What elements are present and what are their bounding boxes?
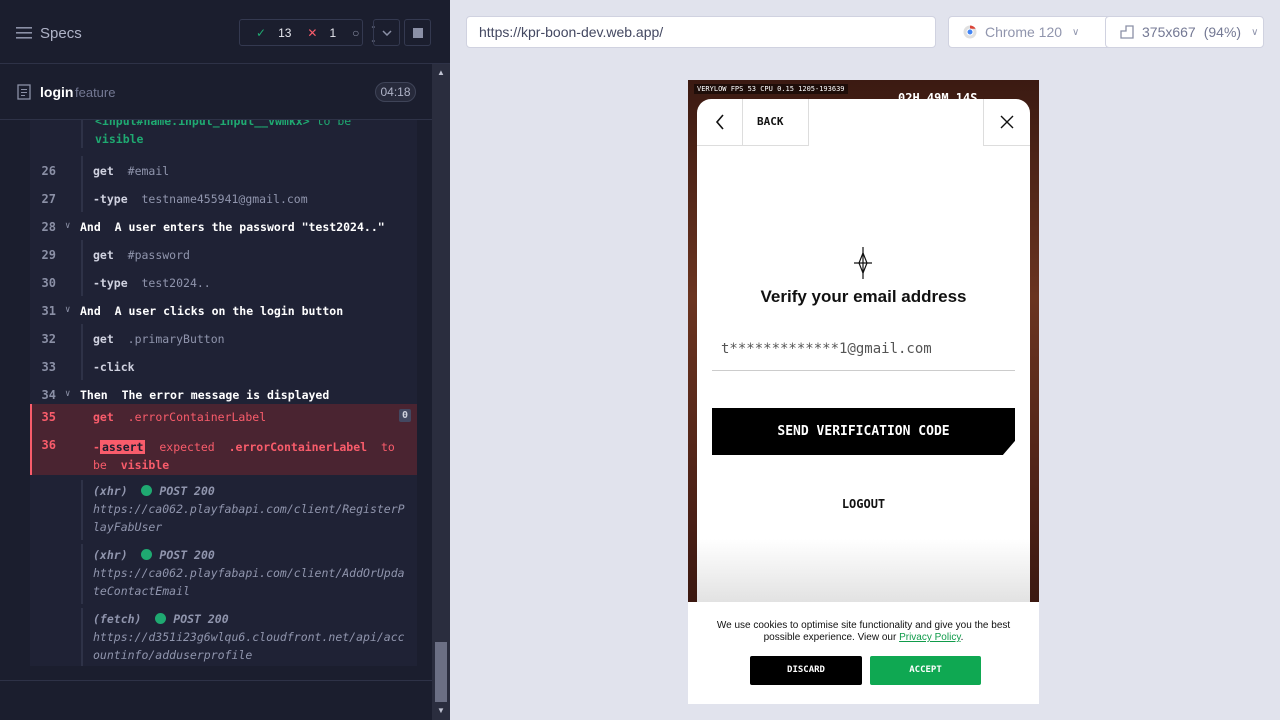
- request-row-3[interactable]: (fetch) POST 200 https://d351i23g6wlqu6.…: [30, 608, 417, 666]
- scroll-down-icon[interactable]: ▼: [436, 706, 446, 716]
- viewport-size: 375x667: [1142, 24, 1196, 40]
- scrollbar-thumb[interactable]: [435, 642, 447, 702]
- log-row-31[interactable]: 31 ∨ And A user clicks on the login butt…: [30, 296, 417, 324]
- request-row-1[interactable]: (xhr) POST 200 https://ca062.playfabapi.…: [30, 480, 417, 540]
- crosshair-cursor-icon: [854, 247, 872, 279]
- log-row-32[interactable]: 32 get .primaryButton: [30, 324, 417, 352]
- log-row-30[interactable]: 30 -type test2024..: [30, 268, 417, 296]
- scroll-up-icon[interactable]: ▲: [436, 68, 446, 78]
- back-button[interactable]: BACK: [697, 99, 809, 146]
- perf-overlay: VERYLOW FPS 53 CPU 0.15 1205-193639: [694, 84, 848, 94]
- failed-command-block[interactable]: 35 get .errorContainerLabel 0 36 - assert…: [30, 404, 417, 475]
- log-scrollbar[interactable]: [432, 64, 450, 720]
- pending-count: ○ --: [352, 18, 376, 47]
- close-button[interactable]: [983, 99, 1030, 146]
- viewport-zoom: (94%): [1203, 24, 1242, 40]
- log-row-partial[interactable]: <input#name.input_input__vwmkx> to be vis…: [30, 120, 417, 148]
- ruler-icon: [1120, 25, 1134, 39]
- spec-duration: 04:18: [375, 82, 416, 102]
- chevron-down-icon: ∨: [1072, 26, 1080, 38]
- back-label: BACK: [757, 115, 784, 128]
- browser-selector[interactable]: Chrome 120 ∨: [948, 16, 1120, 48]
- send-verification-button[interactable]: SEND VERIFICATION CODE: [712, 408, 1015, 455]
- failed-count: ✕ 1: [307, 25, 337, 40]
- element-count-badge: 0: [399, 409, 411, 422]
- command-log: <input#name.input_input__vwmkx> to be vis…: [30, 120, 417, 666]
- back-arrow-icon: [697, 99, 743, 145]
- discard-button[interactable]: DISCARD: [750, 656, 862, 685]
- stop-button[interactable]: [404, 19, 431, 46]
- spec-header: login feature 04:18: [0, 64, 432, 120]
- menu-icon: [16, 27, 32, 39]
- cookie-banner: We use cookies to optimise site function…: [688, 602, 1039, 704]
- collapse-all-button[interactable]: [373, 19, 400, 46]
- chevron-down-icon[interactable]: ∨: [65, 221, 75, 231]
- chevron-down-icon: [381, 29, 392, 36]
- status-dot-icon: [155, 613, 167, 624]
- close-icon: [1000, 115, 1014, 129]
- url-bar[interactable]: https://kpr-boon-dev.web.app/: [466, 16, 936, 48]
- browser-label: Chrome 120: [985, 24, 1063, 40]
- email-field[interactable]: t*************1@gmail.com: [712, 330, 1015, 371]
- specs-label: Specs: [40, 24, 82, 42]
- chevron-down-icon[interactable]: ∨: [65, 389, 75, 399]
- stop-icon: [412, 27, 423, 38]
- log-row-27[interactable]: 27 -type testname455941@gmail.com: [30, 184, 417, 212]
- chrome-icon: [963, 25, 977, 39]
- command-log-panel: Specs ✓ 13 ✕ 1 ○ -- login feature 04:18 <in…: [0, 0, 450, 720]
- chevron-down-icon[interactable]: ∨: [65, 305, 75, 315]
- check-icon: ✓: [256, 25, 267, 40]
- accept-button[interactable]: ACCEPT: [870, 656, 981, 685]
- x-icon: ✕: [307, 25, 318, 40]
- viewport-selector[interactable]: 375x667 (94%) ∨: [1105, 16, 1264, 48]
- log-footer: [0, 680, 432, 720]
- log-row-26[interactable]: 26 get #email: [30, 156, 417, 184]
- logout-button[interactable]: LOGOUT: [697, 497, 1030, 511]
- log-row-28[interactable]: 28 ∨ And A user enters the password "tes…: [30, 212, 417, 240]
- document-icon: [17, 84, 31, 100]
- log-row-29[interactable]: 29 get #password: [30, 240, 417, 268]
- status-dot-icon: [141, 485, 153, 496]
- runner-topbar: Specs ✓ 13 ✕ 1 ○ --: [0, 0, 450, 64]
- cookie-text: We use cookies to optimise site function…: [716, 620, 1011, 643]
- app-viewport: VERYLOW FPS 53 CPU 0.15 1205-193639 02H …: [688, 80, 1039, 704]
- privacy-policy-link[interactable]: Privacy Policy: [899, 632, 961, 643]
- aut-panel: https://kpr-boon-dev.web.app/ Chrome 120…: [450, 0, 1280, 720]
- status-dot-icon: [141, 549, 153, 560]
- request-row-2[interactable]: (xhr) POST 200 https://ca062.playfabapi.…: [30, 544, 417, 604]
- log-row-34[interactable]: 34 ∨ Then The error message is displayed: [30, 380, 417, 404]
- test-stats: ✓ 13 ✕ 1 ○ --: [239, 19, 375, 47]
- passed-count: ✓ 13: [256, 25, 292, 40]
- specs-button[interactable]: Specs: [16, 22, 82, 44]
- log-row-33[interactable]: 33 -click: [30, 352, 417, 380]
- assert-badge: assert: [99, 440, 146, 454]
- partial-selector: <input#name.input_input__vwmkx>: [95, 120, 310, 128]
- spec-name: login: [40, 84, 74, 100]
- chevron-down-icon: ∨: [1251, 26, 1259, 38]
- spinner-icon: ○: [352, 25, 360, 40]
- spec-extension: feature: [75, 85, 116, 100]
- page-title: Verify your email address: [760, 287, 967, 306]
